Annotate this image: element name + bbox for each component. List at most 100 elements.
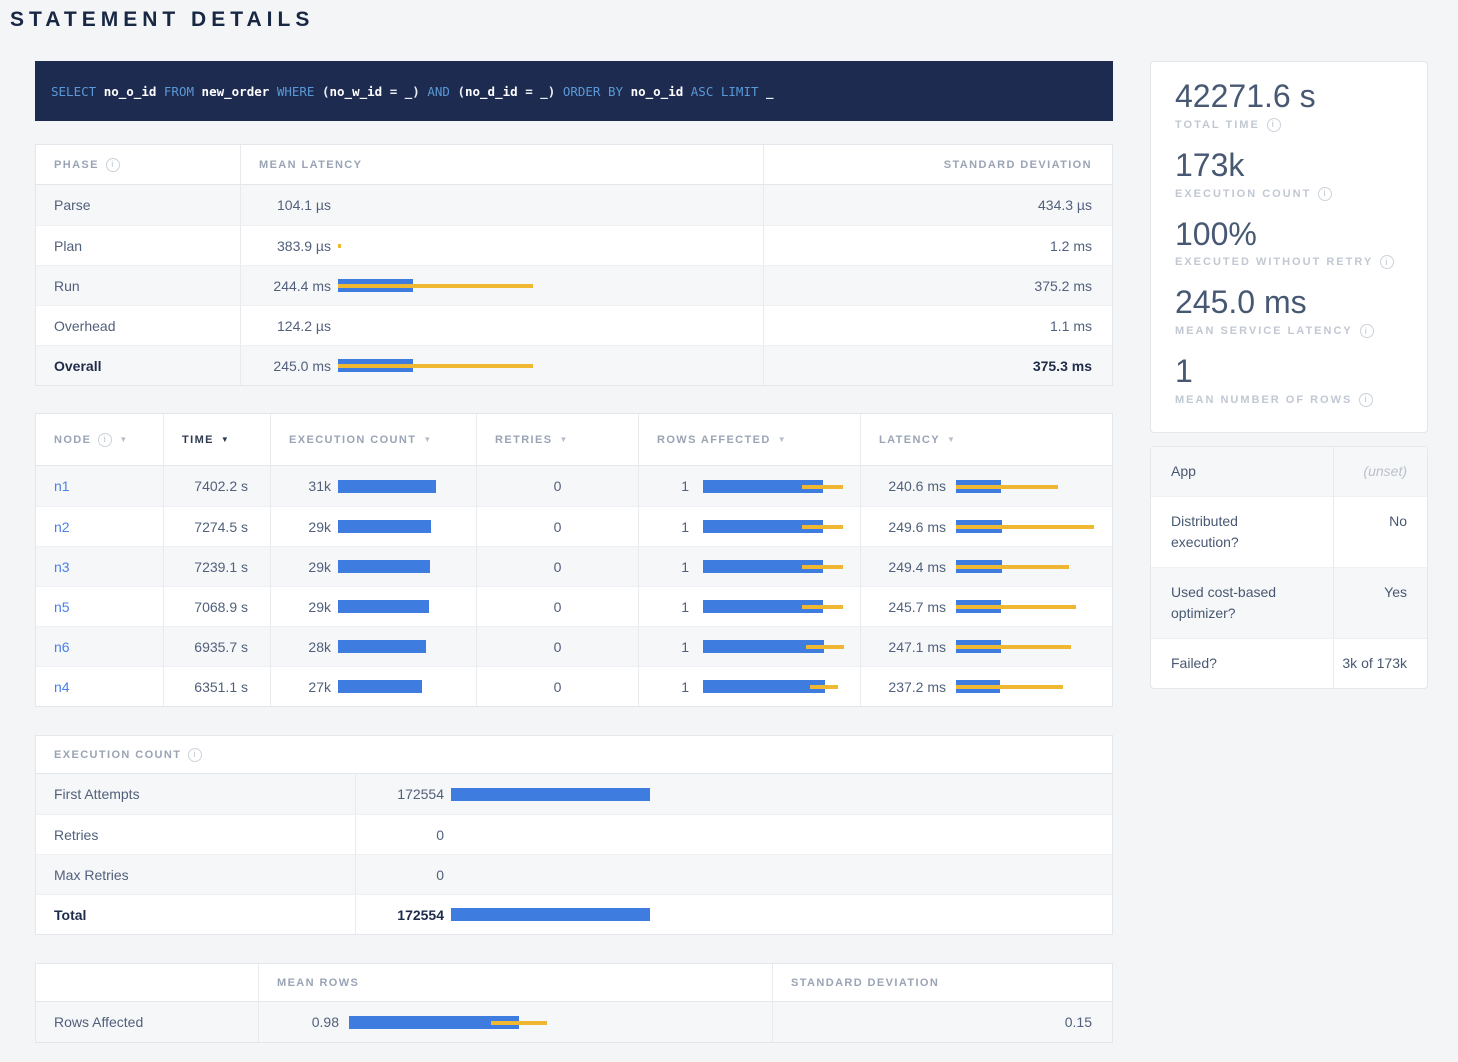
latency-bar	[338, 600, 476, 613]
detail-row: Used cost-based optimizer?Yes	[1151, 567, 1427, 638]
sql-statement-box: SELECT no_o_id FROM new_order WHERE (no_…	[35, 61, 1113, 121]
rows-affected-column-header[interactable]: ROWS AFFECTED ▼	[639, 414, 861, 465]
stat-value: 173k	[1175, 147, 1403, 184]
time-value: 6351.1 s	[194, 679, 248, 695]
rows-affected-table-header: MEAN ROWS STANDARD DEVIATION	[36, 964, 1112, 1002]
info-icon[interactable]: i	[106, 158, 120, 172]
mean-latency-cell: 245.0 ms	[241, 346, 764, 385]
info-icon[interactable]: i	[1359, 393, 1373, 407]
node-cell: n4	[36, 667, 164, 706]
info-icon[interactable]: i	[98, 433, 112, 447]
retries-cell: 0	[477, 627, 639, 666]
sql-identifier: no_w_id	[330, 84, 383, 99]
execution-count-title: EXECUTION COUNT i	[36, 736, 220, 773]
mean-bar	[338, 600, 429, 613]
latency-bar	[338, 480, 476, 493]
stat-value: 1	[1175, 353, 1403, 390]
time-value: 7274.5 s	[194, 519, 248, 535]
latency-bar	[703, 480, 860, 493]
rows-affected-value: 1	[639, 679, 689, 695]
execution-count-row: Total172554	[36, 894, 1112, 934]
mean-bar	[451, 908, 650, 921]
execution-count-cell: 31k	[271, 466, 477, 506]
node-table-row: n27274.5 s29k01249.6 ms	[36, 506, 1112, 546]
node-header-label: NODE	[54, 434, 91, 446]
latency-header-label: LATENCY	[879, 434, 940, 446]
sql-identifier: no_d_id	[465, 84, 518, 99]
detail-row: App(unset)	[1151, 447, 1427, 496]
node-link[interactable]: n5	[54, 599, 70, 615]
mean-latency-value: 383.9 µs	[241, 238, 331, 254]
summary-stat: 1 MEAN NUMBER OF ROWSi	[1175, 353, 1403, 407]
latency-value: 245.7 ms	[861, 599, 946, 615]
sql-keyword: AND	[427, 84, 457, 99]
latency-bar	[451, 868, 1112, 881]
phase-header-label: PHASE	[54, 159, 99, 171]
execution-count-row: First Attempts172554	[36, 774, 1112, 814]
standard-deviation-cell: 1.1 ms	[764, 306, 1112, 345]
info-icon[interactable]: i	[1380, 255, 1394, 269]
phase-name: Plan	[54, 238, 82, 254]
execution-count-value: 29k	[271, 559, 331, 575]
node-link[interactable]: n6	[54, 639, 70, 655]
node-link[interactable]: n1	[54, 478, 70, 494]
stat-value: 100%	[1175, 216, 1403, 253]
info-icon[interactable]: i	[1360, 324, 1374, 338]
sql-statement-text: SELECT no_o_id FROM new_order WHERE (no_…	[51, 84, 774, 99]
node-link[interactable]: n2	[54, 519, 70, 535]
retries-cell: 0	[477, 547, 639, 586]
node-table-row: n46351.1 s27k01237.2 ms	[36, 666, 1112, 706]
time-value: 7402.2 s	[194, 478, 248, 494]
detail-label: App	[1171, 461, 1303, 482]
latency-bar	[956, 560, 1112, 573]
latency-value: 240.6 ms	[861, 478, 946, 494]
execution-count-row: Retries0	[36, 814, 1112, 854]
sql-identifier: no_o_id	[631, 84, 691, 99]
sql-keyword: FROM	[164, 84, 202, 99]
time-value: 7068.9 s	[194, 599, 248, 615]
phase-table-row: Run244.4 ms375.2 ms	[36, 265, 1112, 305]
standard-deviation-value: 375.3 ms	[1033, 358, 1092, 374]
standard-deviation-header-label: STANDARD DEVIATION	[944, 159, 1092, 171]
standard-deviation-cell: 375.2 ms	[764, 266, 1112, 305]
detail-label: Failed?	[1171, 653, 1303, 674]
latency-column-header[interactable]: LATENCY ▼	[861, 414, 1112, 465]
retries-header-label: RETRIES	[495, 434, 552, 446]
detail-label: Distributed execution?	[1171, 511, 1303, 553]
summary-stat: 245.0 msMEAN SERVICE LATENCYi	[1175, 284, 1403, 338]
execution-count-column-header[interactable]: EXECUTION COUNT ▼	[271, 414, 477, 465]
stddev-whisker	[956, 685, 1063, 689]
standard-deviation-value: 1.2 ms	[1050, 238, 1092, 254]
mean-rows-column-header: MEAN ROWS	[259, 964, 773, 1001]
detail-row: Failed?3k of 173k	[1151, 638, 1427, 688]
node-column-header[interactable]: NODE i ▼	[36, 414, 164, 465]
mean-latency-cell: 244.4 ms	[241, 266, 764, 305]
retries-column-header[interactable]: RETRIES ▼	[477, 414, 639, 465]
stat-label: MEAN NUMBER OF ROWSi	[1175, 393, 1403, 407]
execution-count-label-cell: First Attempts	[36, 774, 356, 814]
rows-affected-cell: 1	[639, 667, 861, 706]
execution-count-row-label: Total	[54, 907, 86, 923]
info-icon[interactable]: i	[1318, 187, 1332, 201]
rows-affected-label-cell: Rows Affected	[36, 1002, 259, 1042]
phase-name-cell: Parse	[36, 185, 241, 225]
time-column-header[interactable]: TIME ▼	[164, 414, 271, 465]
detail-label-cell: Failed?	[1151, 639, 1334, 688]
rows-affected-empty-header	[36, 964, 259, 1001]
latency-value: 249.6 ms	[861, 519, 946, 535]
stddev-whisker	[338, 244, 341, 248]
info-icon[interactable]: i	[188, 748, 202, 762]
time-cell: 6351.1 s	[164, 667, 271, 706]
latency-bar	[338, 239, 763, 252]
standard-deviation-value: 1.1 ms	[1050, 318, 1092, 334]
latency-cell: 247.1 ms	[861, 627, 1112, 666]
execution-count-row-label: Max Retries	[54, 867, 129, 883]
standard-deviation-header-label: STANDARD DEVIATION	[791, 977, 939, 989]
node-link[interactable]: n4	[54, 679, 70, 695]
summary-stat: 100%EXECUTED WITHOUT RETRYi	[1175, 216, 1403, 270]
info-icon[interactable]: i	[1267, 118, 1281, 132]
stddev-whisker	[956, 645, 1071, 649]
retries-value: 0	[554, 599, 562, 615]
phase-name-cell: Run	[36, 266, 241, 305]
node-link[interactable]: n3	[54, 559, 70, 575]
